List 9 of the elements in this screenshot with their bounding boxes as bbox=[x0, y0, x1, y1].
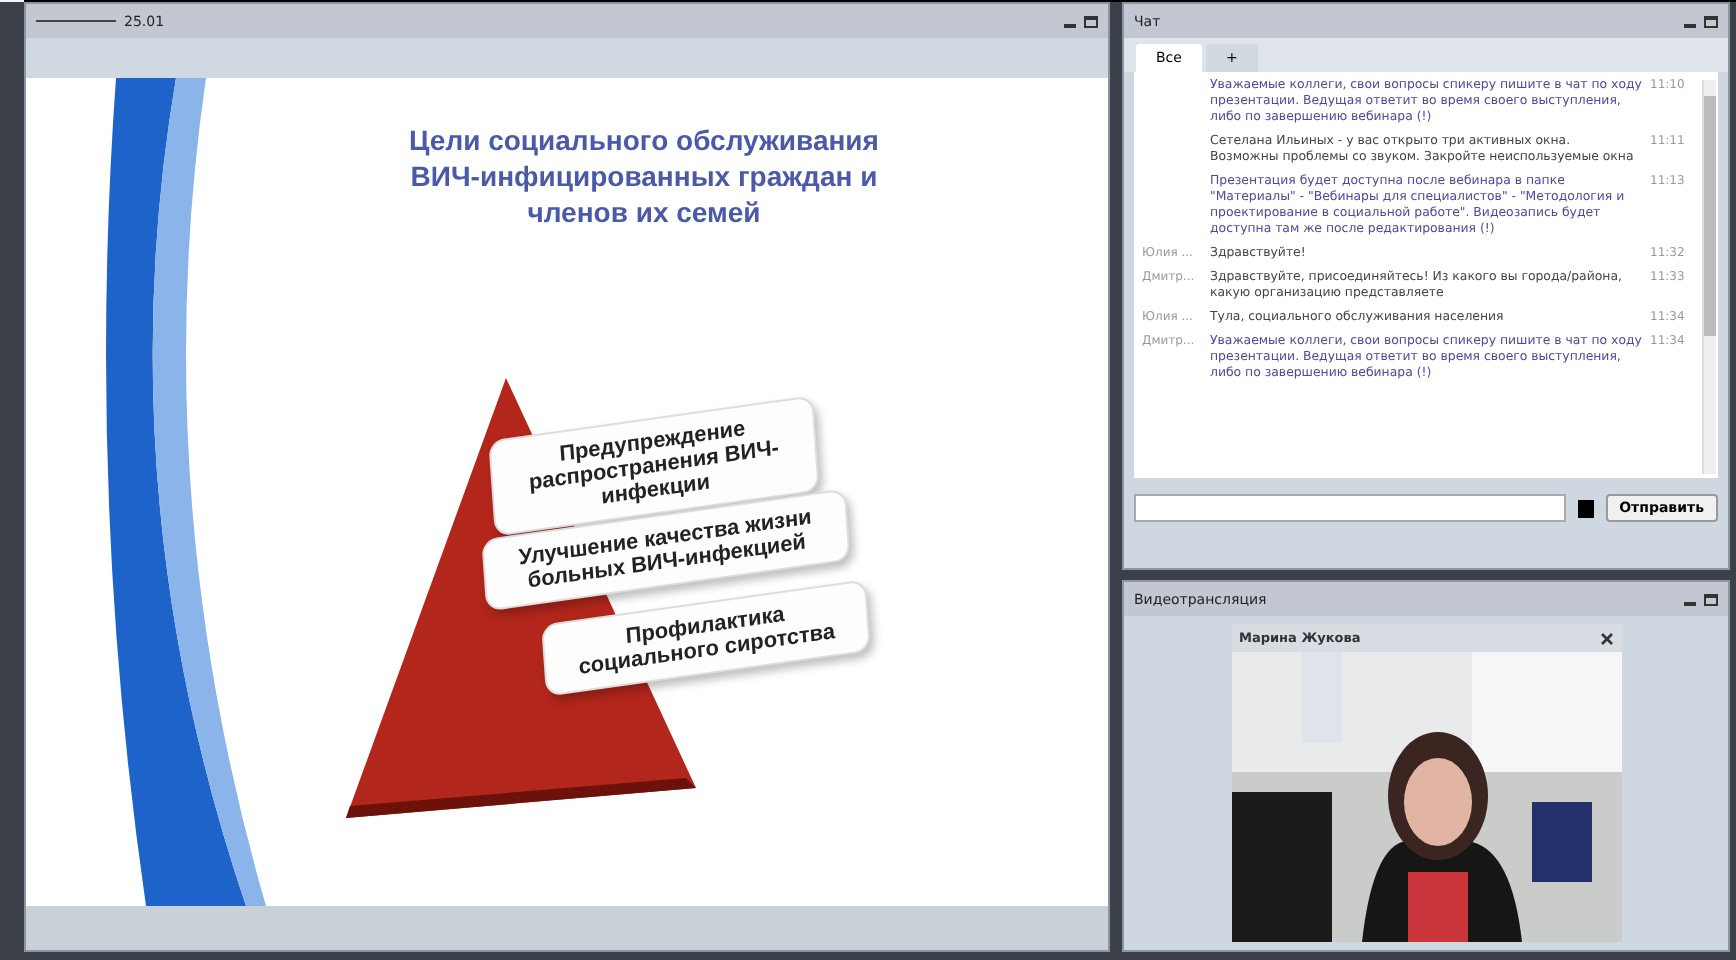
slide-heading: Цели социального обслуживания ВИЧ-инфицированных граждан и членов их семей bbox=[407, 122, 881, 230]
message-field[interactable] bbox=[1134, 494, 1566, 522]
scrollbar[interactable] bbox=[1702, 80, 1716, 474]
maximize-icon[interactable] bbox=[1084, 15, 1098, 27]
progress-line bbox=[36, 20, 116, 22]
color-icon[interactable] bbox=[1577, 499, 1594, 517]
maximize-icon[interactable] bbox=[1704, 15, 1718, 27]
maximize-icon[interactable] bbox=[1704, 593, 1718, 605]
close-icon[interactable] bbox=[1599, 631, 1613, 645]
